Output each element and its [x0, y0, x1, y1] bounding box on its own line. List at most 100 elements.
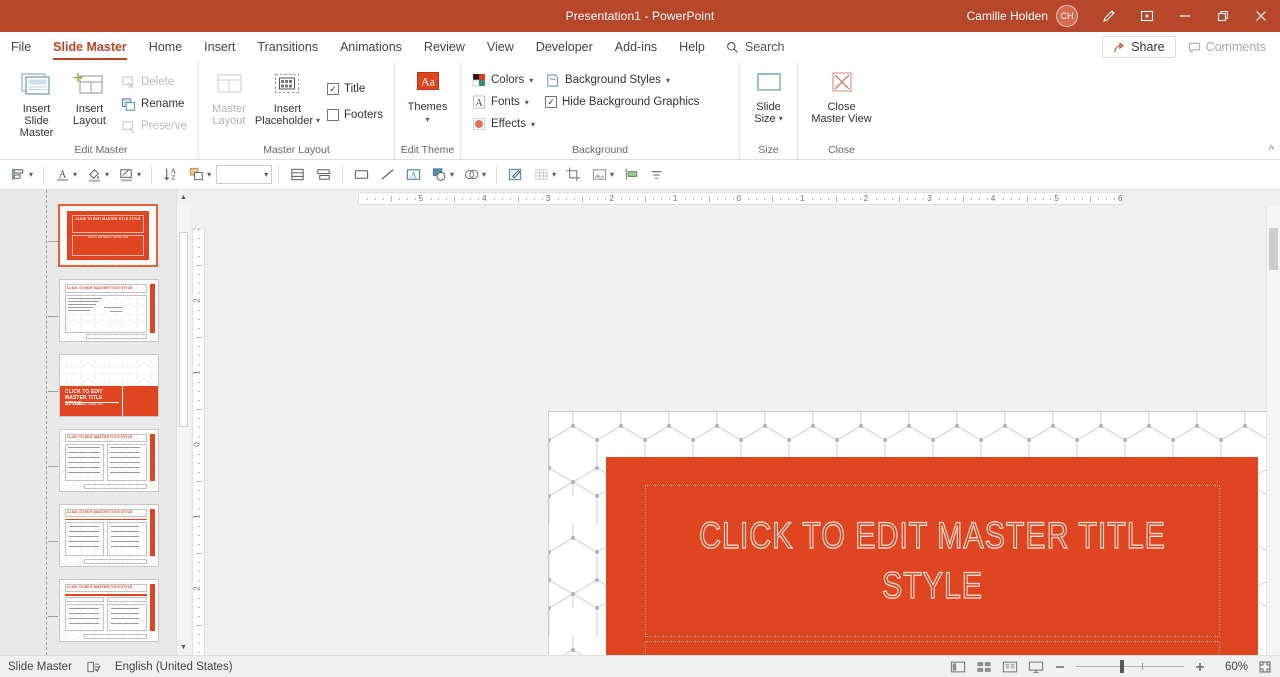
minimize-icon[interactable] [1166, 0, 1204, 32]
subtitle-placeholder[interactable]: Click to edit Master subtitle style [645, 641, 1220, 655]
thumbnail-frame[interactable]: CLICK TO EDIT MASTER TITLE STYLE [59, 579, 159, 642]
collapse-ribbon-button[interactable]: ^ [1269, 144, 1274, 156]
effects-button[interactable]: Effects ▾ [467, 113, 540, 135]
language-label[interactable]: English (United States) [115, 661, 233, 673]
chevron-down-icon[interactable]: ▾ [73, 170, 77, 179]
proofing-icon[interactable] [86, 660, 101, 674]
tab-view[interactable]: View [476, 32, 525, 62]
thumbnail-frame[interactable]: CLICK TO EDIT MASTER TITLE STYLEClick to… [59, 354, 159, 417]
chevron-down-icon[interactable]: ▾ [105, 170, 109, 179]
zoom-out-button[interactable] [1054, 661, 1066, 673]
chevron-down-icon[interactable]: ▾ [525, 98, 529, 107]
zoom-in-button[interactable] [1194, 661, 1206, 673]
chevron-down-icon[interactable]: ▾ [137, 170, 141, 179]
themes-button[interactable]: Aa Themes ▾ [401, 67, 454, 129]
reading-view-button[interactable] [1002, 660, 1018, 674]
chevron-down-icon[interactable]: ▾ [666, 76, 670, 85]
chevron-down-icon[interactable]: ▾ [316, 115, 320, 127]
gridlines-button[interactable]: ▾ [529, 163, 560, 186]
rename-button[interactable]: Rename [116, 93, 192, 115]
distribute-rows-button[interactable] [285, 163, 310, 186]
chevron-down-icon[interactable]: ▾ [531, 120, 535, 129]
thumbnail-slide-master[interactable]: CLICK TO EDIT MASTER TITLE STYLEClick to… [48, 204, 176, 279]
tab-animations[interactable]: Animations [329, 32, 413, 62]
thumbnail-comparison-layout[interactable]: CLICK TO EDIT MASTER TITLE STYLE [48, 504, 176, 579]
slide-size-button[interactable]: Slide Size ▾ [746, 67, 791, 128]
slide-sorter-button[interactable] [976, 660, 992, 674]
thumbnail-comparison-layout-2[interactable]: CLICK TO EDIT MASTER TITLE STYLE [48, 579, 176, 654]
slide-thumbnail-list[interactable]: CLICK TO EDIT MASTER TITLE STYLEClick to… [48, 190, 176, 655]
zoom-slider-handle[interactable] [1120, 660, 1124, 673]
tab-help[interactable]: Help [668, 32, 716, 62]
scrollbar-thumb[interactable] [179, 232, 188, 427]
chevron-down-icon[interactable]: ▾ [425, 114, 429, 126]
line-button[interactable] [375, 163, 400, 186]
shape-fill-button[interactable]: ▾ [82, 163, 113, 186]
pen-icon[interactable] [1090, 0, 1128, 32]
shape-style-select[interactable]: ▾ [216, 165, 272, 184]
slideshow-button[interactable] [1028, 660, 1044, 674]
scrollbar-thumb[interactable] [1269, 228, 1278, 270]
avatar[interactable]: CH [1056, 5, 1078, 27]
title-checkbox[interactable]: ✓ Title [322, 76, 388, 102]
share-button[interactable]: Share [1102, 36, 1175, 58]
arrange-button[interactable]: ▾ [184, 163, 215, 186]
tab-home[interactable]: Home [138, 32, 193, 62]
distribute-columns-button[interactable] [311, 163, 336, 186]
shapes-button[interactable]: ▾ [427, 163, 458, 186]
thumbnail-section-header-layout[interactable]: CLICK TO EDIT MASTER TITLE STYLEClick to… [48, 354, 176, 429]
tab-review[interactable]: Review [413, 32, 476, 62]
thumbnail-scrollbar[interactable]: ▲ ▼ [176, 190, 190, 655]
tab-slide-master[interactable]: Slide Master [42, 32, 138, 62]
scroll-down-arrow-icon[interactable]: ▼ [177, 640, 190, 655]
tab-file[interactable]: File [0, 32, 42, 62]
fonts-button[interactable]: A Fonts ▾ [467, 91, 540, 113]
tab-insert[interactable]: Insert [193, 32, 246, 62]
text-color-button[interactable]: A ▾ [50, 163, 81, 186]
insert-slide-master-button[interactable]: Insert Slide Master [10, 67, 63, 142]
text-box-button[interactable]: A [401, 163, 426, 186]
tab-addins[interactable]: Add-ins [604, 32, 668, 62]
thumbnail-frame[interactable]: CLICK TO EDIT MASTER TITLE STYLE [59, 504, 159, 567]
account-name[interactable]: Camille Holden [967, 9, 1056, 23]
slide-editing-surface[interactable]: Click to edit Master title style Click t… [549, 412, 1280, 655]
scroll-up-arrow-icon[interactable]: ▲ [177, 190, 190, 205]
fit-to-window-button[interactable] [1258, 660, 1272, 674]
close-icon[interactable] [1242, 0, 1280, 32]
vertical-ruler[interactable]: 3210123 [190, 206, 206, 655]
horizontal-ruler[interactable]: 6543210123456 [190, 190, 1266, 206]
tab-transitions[interactable]: Transitions [246, 32, 329, 62]
chevron-down-icon[interactable]: ▾ [552, 170, 556, 179]
chevron-down-icon[interactable]: ▾ [482, 170, 486, 179]
thumbnail-frame[interactable]: CLICK TO EDIT MASTER TITLE STYLEClick to… [58, 204, 158, 267]
canvas-vertical-scrollbar[interactable] [1266, 206, 1280, 655]
crop-button[interactable] [561, 163, 586, 186]
chevron-down-icon[interactable]: ▾ [529, 76, 533, 85]
overflow-button[interactable] [645, 164, 668, 185]
chevron-down-icon[interactable]: ▾ [450, 170, 454, 179]
insert-layout-button[interactable]: Insert Layout [63, 67, 116, 130]
thumbnail-two-content-layout[interactable]: CLICK TO EDIT MASTER TITLE STYLE [48, 429, 176, 504]
thumbnail-frame[interactable]: CLICK TO EDIT MASTER TITLE STYLE [59, 429, 159, 492]
sort-button[interactable]: AZ [158, 163, 183, 186]
chevron-down-icon[interactable]: ▾ [29, 170, 33, 179]
hide-background-graphics-checkbox[interactable]: ✓ Hide Background Graphics [540, 91, 704, 113]
chevron-down-icon[interactable]: ▾ [779, 113, 783, 125]
insert-placeholder-button[interactable]: Insert Placeholder ▾ [253, 67, 322, 130]
shape-outline-button[interactable]: ▾ [114, 163, 145, 186]
colors-button[interactable]: Colors ▾ [467, 69, 540, 91]
thumbnail-frame[interactable]: CLICK TO EDIT MASTER TITLE STYLE [59, 279, 159, 342]
zoom-level-label[interactable]: 60% [1216, 661, 1248, 673]
edit-shape-button[interactable] [503, 163, 528, 186]
merge-shapes-button[interactable]: ▾ [459, 163, 490, 186]
chevron-down-icon[interactable]: ▾ [207, 170, 211, 179]
zoom-slider[interactable] [1076, 660, 1184, 674]
rectangle-button[interactable] [349, 163, 374, 186]
normal-view-button[interactable] [950, 660, 966, 674]
search-box[interactable]: Search [716, 32, 795, 62]
picture-button[interactable]: ▾ [587, 163, 618, 186]
close-master-view-button[interactable]: Close Master View [804, 67, 879, 128]
guides-button[interactable] [619, 163, 644, 186]
comments-button[interactable]: Comments [1180, 37, 1274, 57]
ribbon-display-options-icon[interactable] [1128, 0, 1166, 32]
